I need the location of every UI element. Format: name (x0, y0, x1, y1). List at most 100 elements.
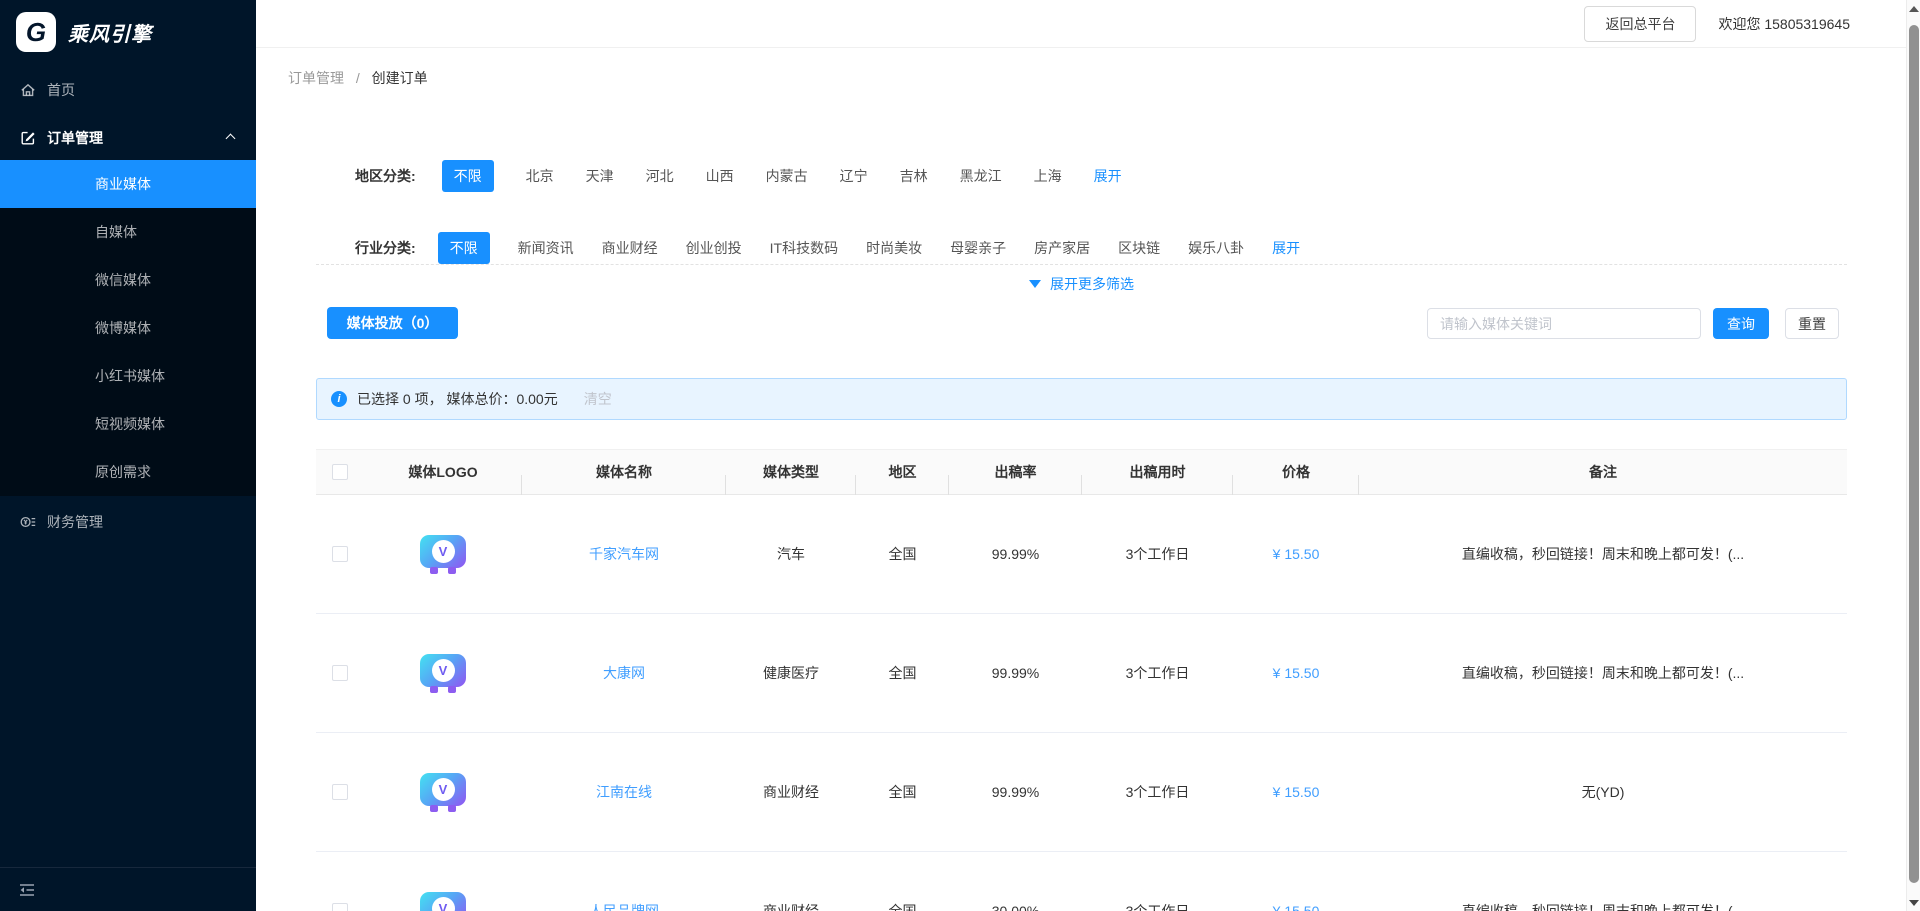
sidebar-item-wechat-media[interactable]: 微信媒体 (0, 256, 256, 304)
filter-option-industry[interactable]: 区块链 (1118, 238, 1160, 258)
breadcrumb-separator: / (356, 70, 360, 86)
scroll-down-arrow-icon[interactable] (1909, 900, 1919, 906)
sidebar-item-finance-management[interactable]: 财务管理 (0, 502, 256, 542)
filter-expand-industry-link[interactable]: 展开 (1272, 238, 1300, 258)
clear-selection-link[interactable]: 清空 (584, 389, 612, 409)
brand-name: 乘风引擎 (68, 18, 152, 47)
media-note: 直编收稿，秒回链接！周末和晚上都可发！(... (1359, 544, 1847, 564)
sidebar-item-weibo-media[interactable]: 微博媒体 (0, 304, 256, 352)
filter-expand-region-link[interactable]: 展开 (1094, 166, 1122, 186)
media-logo: V (420, 771, 466, 813)
sidebar-item-label: 首页 (47, 80, 75, 100)
breadcrumb-parent[interactable]: 订单管理 (288, 70, 344, 86)
main-content: 返回总平台 欢迎您 15805319645 订单管理 / 创建订单 地区分类: … (256, 0, 1906, 911)
chevron-up-icon (226, 133, 236, 143)
filter-option-region[interactable]: 北京 (526, 166, 554, 186)
filter-option-region[interactable]: 河北 (646, 166, 674, 186)
publish-time: 3个工作日 (1082, 544, 1233, 564)
media-name-link[interactable]: 大康网 (603, 663, 645, 683)
row-checkbox[interactable] (332, 903, 348, 911)
column-header-rate: 出稿率 (949, 462, 1082, 482)
filter-option-region[interactable]: 辽宁 (840, 166, 868, 186)
media-table: 媒体LOGO 媒体名称 媒体类型 地区 出稿率 出稿用时 价格 备注 V 千家汽… (316, 449, 1847, 911)
back-to-platform-button[interactable]: 返回总平台 (1584, 6, 1696, 42)
media-name-link[interactable]: 人民品牌网 (589, 901, 659, 911)
breadcrumb: 订单管理 / 创建订单 (288, 68, 428, 88)
query-button[interactable]: 查询 (1713, 308, 1769, 339)
filter-option-region[interactable]: 内蒙古 (766, 166, 808, 186)
column-header-type: 媒体类型 (726, 462, 856, 482)
media-region: 全国 (856, 544, 949, 564)
menu-fold-icon[interactable] (18, 881, 36, 899)
filter-option-region[interactable]: 黑龙江 (960, 166, 1002, 186)
media-launch-button[interactable]: 媒体投放（0） (327, 307, 458, 339)
row-checkbox[interactable] (332, 784, 348, 800)
media-keyword-input[interactable] (1427, 308, 1701, 339)
media-name-link[interactable]: 千家汽车网 (589, 544, 659, 564)
column-header-price: 价格 (1233, 462, 1359, 482)
scroll-up-arrow-icon[interactable] (1909, 6, 1919, 12)
selection-summary-text: 已选择 0 项， 媒体总价：0.00元 (357, 389, 558, 409)
expand-more-filters-link[interactable]: 展开更多筛选 (316, 264, 1847, 294)
filter-option-industry[interactable]: 新闻资讯 (518, 238, 574, 258)
filter-option-region[interactable]: 上海 (1034, 166, 1062, 186)
breadcrumb-current: 创建订单 (372, 70, 428, 86)
reset-button[interactable]: 重置 (1785, 308, 1839, 339)
submenu-label: 微信媒体 (95, 270, 151, 290)
filter-option-industry[interactable]: 娱乐八卦 (1188, 238, 1244, 258)
publish-rate: 99.99% (949, 784, 1082, 800)
finance-icon (20, 514, 36, 530)
media-price: ¥ 15.50 (1233, 784, 1359, 800)
filter-option-industry[interactable]: 创业创投 (686, 238, 742, 258)
publish-time: 3个工作日 (1082, 901, 1233, 911)
sidebar-item-label: 订单管理 (47, 128, 103, 148)
row-checkbox[interactable] (332, 546, 348, 562)
submenu-label: 自媒体 (95, 222, 137, 242)
column-header-logo: 媒体LOGO (364, 462, 522, 482)
info-icon: i (331, 391, 347, 407)
filter-option-industry[interactable]: IT科技数码 (770, 238, 838, 258)
media-note: 直编收稿，秒回链接！周末和晚上都可发！(... (1359, 663, 1847, 683)
media-name-link[interactable]: 江南在线 (596, 782, 652, 802)
sidebar-item-home[interactable]: 首页 (0, 70, 256, 110)
vertical-scrollbar (1906, 0, 1920, 911)
media-region: 全国 (856, 901, 949, 911)
welcome-text: 欢迎您 15805319645 (1718, 14, 1850, 34)
publish-rate: 99.99% (949, 665, 1082, 681)
filter-option-region[interactable]: 吉林 (900, 166, 928, 186)
sidebar-item-self-media[interactable]: 自媒体 (0, 208, 256, 256)
sidebar-item-order-management[interactable]: 订单管理 (0, 118, 256, 158)
screen: G 乘风引擎 首页 订单管理 商业媒体 自媒体 微信媒体 微博媒体 小红书媒体 … (0, 0, 1920, 911)
filter-option-industry[interactable]: 商业财经 (602, 238, 658, 258)
publish-time: 3个工作日 (1082, 782, 1233, 802)
filter-option-region-unlimited[interactable]: 不限 (442, 160, 494, 192)
table-row: V 江南在线 商业财经 全国 99.99% 3个工作日 ¥ 15.50 无(YD… (316, 733, 1847, 852)
filter-row-industry: 行业分类: 不限 新闻资讯 商业财经 创业创投 IT科技数码 时尚美妆 母婴亲子… (355, 232, 1300, 264)
submenu-label: 微博媒体 (95, 318, 151, 338)
media-region: 全国 (856, 782, 949, 802)
brand-mark-icon: G (16, 12, 56, 52)
filter-option-region[interactable]: 山西 (706, 166, 734, 186)
column-header-region: 地区 (856, 462, 949, 482)
media-type: 健康医疗 (726, 663, 856, 683)
sidebar-item-original-demand[interactable]: 原创需求 (0, 448, 256, 496)
sidebar-submenu-order-management: 商业媒体 自媒体 微信媒体 微博媒体 小红书媒体 短视频媒体 原创需求 (0, 160, 256, 496)
app-logo: G 乘风引擎 (0, 0, 256, 64)
row-checkbox[interactable] (332, 665, 348, 681)
media-note: 无(YD) (1359, 782, 1847, 802)
filter-option-region[interactable]: 天津 (586, 166, 614, 186)
sidebar-item-short-video-media[interactable]: 短视频媒体 (0, 400, 256, 448)
sidebar-item-commercial-media[interactable]: 商业媒体 (0, 160, 256, 208)
media-note: 直编收稿，秒回链接！周末和晚上都可发！(... (1359, 901, 1847, 911)
media-region: 全国 (856, 663, 949, 683)
submenu-label: 商业媒体 (95, 174, 151, 194)
media-logo: V (420, 533, 466, 575)
scrollbar-thumb[interactable] (1909, 25, 1919, 883)
filter-option-industry-unlimited[interactable]: 不限 (438, 232, 490, 264)
filter-option-industry[interactable]: 房产家居 (1034, 238, 1090, 258)
sidebar: G 乘风引擎 首页 订单管理 商业媒体 自媒体 微信媒体 微博媒体 小红书媒体 … (0, 0, 256, 911)
filter-option-industry[interactable]: 母婴亲子 (950, 238, 1006, 258)
sidebar-item-xiaohongshu-media[interactable]: 小红书媒体 (0, 352, 256, 400)
filter-option-industry[interactable]: 时尚美妆 (866, 238, 922, 258)
select-all-checkbox[interactable] (332, 464, 348, 480)
